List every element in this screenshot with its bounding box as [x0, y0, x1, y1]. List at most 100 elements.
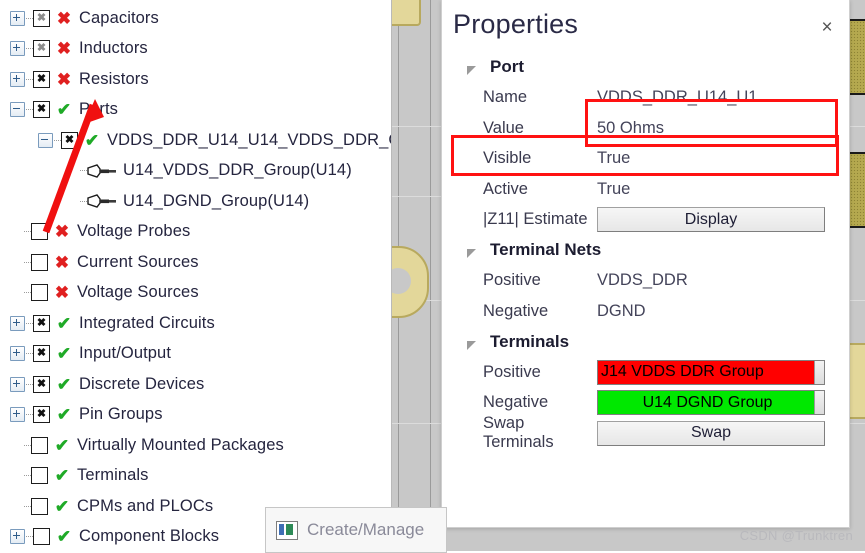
property-row: Negative DGND — [442, 296, 849, 327]
property-row: Value 50 Ohms — [442, 113, 849, 144]
tree-item-label: CPMs and PLOCs — [77, 496, 214, 515]
expand-plus-icon[interactable] — [10, 346, 25, 362]
tree-item-virtually-mounted-packages[interactable]: ✔ Virtually Mounted Packages — [0, 430, 391, 461]
tree-item-integrated-circuits[interactable]: ✔ Integrated Circuits — [0, 308, 391, 339]
tree-checkbox[interactable] — [31, 467, 48, 485]
dropdown-arrow-icon[interactable] — [814, 360, 824, 384]
expand-plus-icon[interactable] — [10, 407, 25, 423]
tree-expander-spacer — [10, 439, 23, 452]
tree-item-ports[interactable]: ✔ Ports — [0, 95, 391, 126]
collapse-minus-icon[interactable] — [38, 132, 53, 148]
tree-checkbox[interactable] — [33, 528, 50, 546]
status-ok-icon: ✔ — [54, 466, 70, 486]
tree-item-label: Input/Output — [79, 344, 172, 363]
tree-item-u14-vdds-ddr-group-u14[interactable]: U14_VDDS_DDR_Group(U14) — [0, 156, 391, 187]
tree-connector-line — [24, 444, 31, 446]
watermark: CSDN @Trunktren — [739, 528, 853, 543]
tree-item-vdds-ddr-u14-u14-vdds-ddr-g[interactable]: ✔ VDDS_DDR_U14_U14_VDDS_DDR_G — [0, 125, 391, 156]
dropdown-arrow-icon[interactable] — [814, 391, 824, 415]
property-row: Positive VDDS_DDR — [442, 266, 849, 297]
chevron-down-icon[interactable] — [467, 62, 476, 75]
tree-checkbox[interactable] — [33, 101, 50, 119]
create-manage-label: Create/Manage — [307, 520, 425, 539]
property-value: VDDS_DDR_U14_U1… — [597, 88, 774, 107]
tree-connector-line — [24, 231, 31, 233]
tree-item-label: Terminals — [77, 466, 149, 485]
create-manage-bar[interactable]: Create/Manage — [265, 507, 447, 553]
property-row: Name VDDS_DDR_U14_U1… — [442, 83, 849, 114]
tree-item-current-sources[interactable]: ✖ Current Sources — [0, 247, 391, 278]
tree-checkbox[interactable] — [31, 284, 48, 302]
tree-item-label: Integrated Circuits — [79, 313, 215, 332]
component-tree-list[interactable]: ✖ Capacitors ✖ Inductors ✖ Resistors ✔ Ports ✔ VD… — [0, 3, 391, 551]
tree-item-voltage-sources[interactable]: ✖ Voltage Sources — [0, 278, 391, 309]
tree-connector-line — [26, 48, 33, 50]
tree-checkbox[interactable] — [33, 314, 50, 332]
tree-checkbox[interactable] — [31, 253, 48, 271]
tree-checkbox[interactable] — [31, 223, 48, 241]
chevron-down-icon[interactable] — [467, 337, 476, 350]
chevron-down-icon[interactable] — [467, 245, 476, 258]
tree-item-pin-groups[interactable]: ✔ Pin Groups — [0, 400, 391, 431]
terminal-negative-dropdown[interactable]: U14 DGND Group — [597, 390, 825, 416]
status-ok-icon: ✔ — [54, 496, 70, 516]
status-error-icon: ✖ — [54, 252, 70, 272]
property-label: |Z11| Estimate — [483, 210, 588, 229]
tree-expander-spacer — [10, 286, 23, 299]
close-icon[interactable]: × — [815, 16, 839, 40]
property-row: Swap Terminals Swap — [442, 414, 849, 451]
terminal-positive-dropdown[interactable]: J14 VDDS DDR Group — [597, 359, 825, 385]
property-value: True — [597, 179, 631, 198]
dropdown-value: U14 DGND Group — [642, 393, 773, 411]
display-button[interactable]: Display — [597, 207, 825, 233]
status-error-icon: ✖ — [56, 8, 72, 28]
tree-expander-spacer — [66, 195, 79, 208]
tree-item-terminals[interactable]: ✔ Terminals — [0, 461, 391, 492]
expand-plus-icon[interactable] — [10, 529, 25, 545]
tree-item-label: Discrete Devices — [79, 374, 205, 393]
tree-item-label: Ports — [79, 100, 119, 119]
tree-checkbox[interactable] — [31, 436, 48, 454]
tree-item-input-output[interactable]: ✔ Input/Output — [0, 339, 391, 370]
tree-checkbox[interactable] — [31, 497, 48, 515]
expand-plus-icon[interactable] — [10, 71, 25, 87]
tree-item-label: Resistors — [79, 69, 149, 88]
tree-checkbox[interactable] — [33, 40, 50, 58]
tree-checkbox[interactable] — [33, 70, 50, 88]
tree-item-label: Virtually Mounted Packages — [77, 435, 284, 454]
component-tree-panel[interactable]: ✖ Capacitors ✖ Inductors ✖ Resistors ✔ Ports ✔ VD… — [0, 0, 392, 551]
expand-plus-icon[interactable] — [10, 376, 25, 392]
property-group-port[interactable]: Port — [442, 52, 849, 83]
property-label: Name — [483, 88, 528, 107]
tree-checkbox[interactable] — [33, 406, 50, 424]
expand-plus-icon[interactable] — [10, 10, 25, 26]
tree-checkbox[interactable] — [33, 9, 50, 27]
tree-checkbox[interactable] — [33, 375, 50, 393]
tree-item-label: Current Sources — [77, 252, 199, 271]
tree-item-voltage-probes[interactable]: ✖ Voltage Probes — [0, 217, 391, 248]
properties-panel[interactable]: Properties × Port Name VDDS_DDR_U14_U1… Val… — [441, 0, 850, 528]
tree-item-resistors[interactable]: ✖ Resistors — [0, 64, 391, 95]
tree-checkbox[interactable] — [33, 345, 50, 363]
property-group-terminal-nets[interactable]: Terminal Nets — [442, 235, 849, 266]
tree-item-capacitors[interactable]: ✖ Capacitors — [0, 3, 391, 34]
property-group-terminals[interactable]: Terminals — [442, 327, 849, 358]
collapse-minus-icon[interactable] — [10, 102, 25, 118]
tree-item-discrete-devices[interactable]: ✔ Discrete Devices — [0, 369, 391, 400]
swap-button[interactable]: Swap — [597, 420, 825, 446]
tree-connector-line — [80, 170, 87, 172]
expand-plus-icon[interactable] — [10, 315, 25, 331]
property-value: True — [597, 149, 631, 168]
tree-connector-line — [24, 505, 31, 507]
tree-checkbox[interactable] — [61, 131, 78, 149]
tree-item-inductors[interactable]: ✖ Inductors — [0, 34, 391, 65]
tree-item-u14-dgnd-group-u14[interactable]: U14_DGND_Group(U14) — [0, 186, 391, 217]
tree-connector-line — [26, 322, 33, 324]
expand-plus-icon[interactable] — [10, 41, 25, 57]
